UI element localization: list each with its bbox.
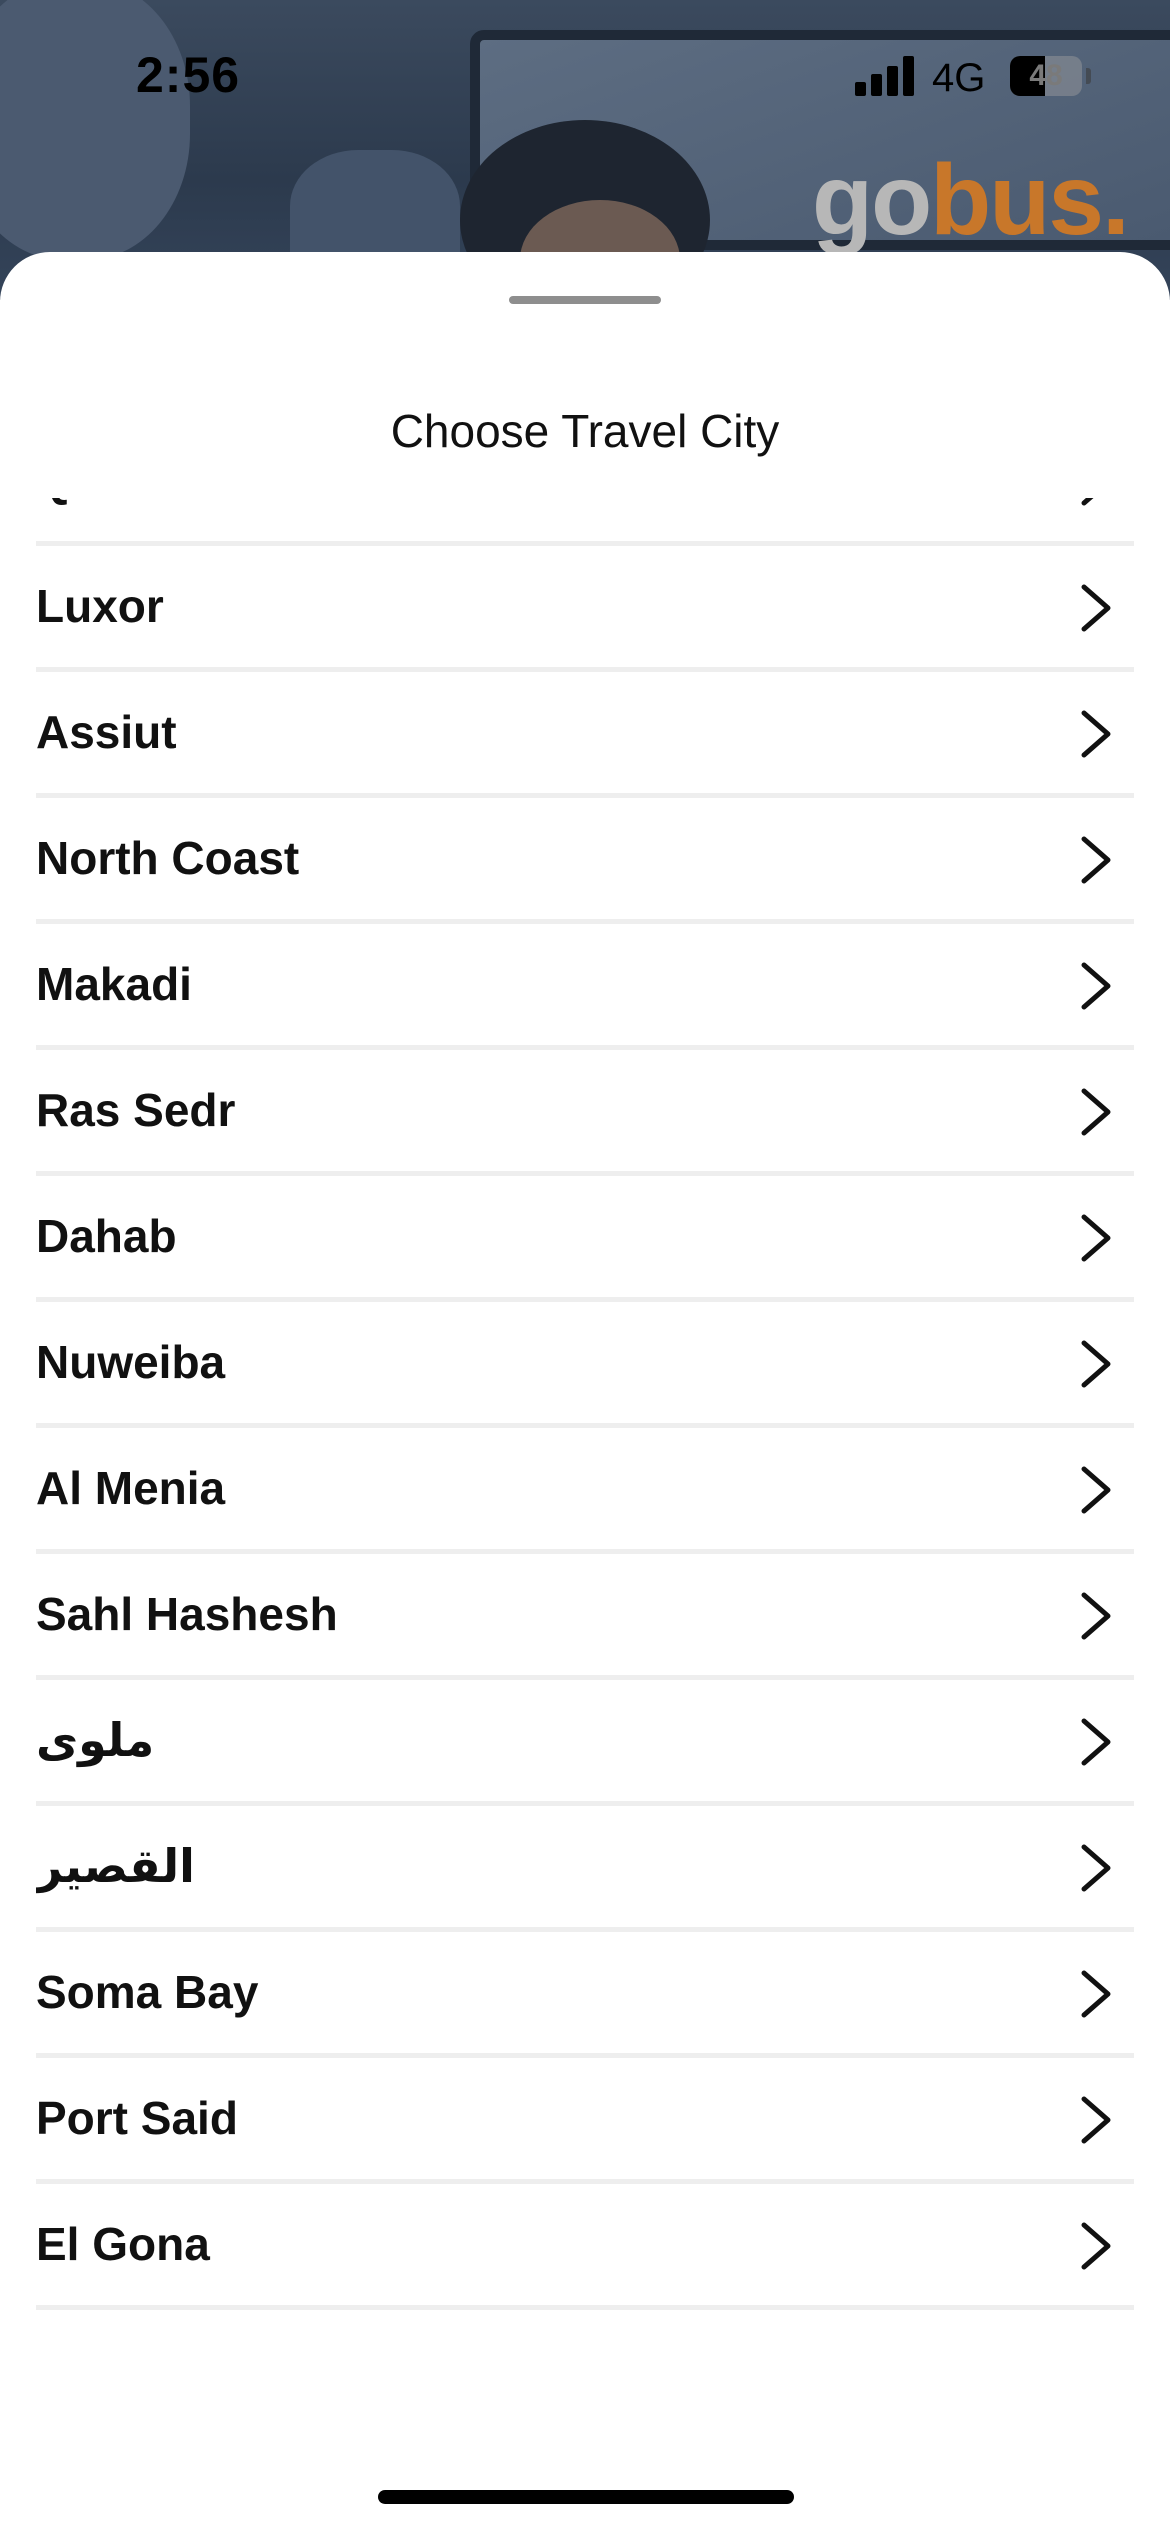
chevron-right-icon xyxy=(1081,498,1094,506)
city-name: North Coast xyxy=(36,832,300,884)
city-name: Qena xyxy=(36,498,151,541)
city-row[interactable]: Qena xyxy=(36,498,1134,546)
network-type: 4G xyxy=(932,56,986,100)
city-row[interactable]: Luxor xyxy=(36,546,1134,672)
city-row[interactable]: North Coast xyxy=(36,798,1134,924)
status-bar: 2:56 4G 48 xyxy=(0,0,1170,150)
gobus-logo: gobus. xyxy=(812,150,1130,250)
city-name: القصير xyxy=(36,1840,195,1892)
battery-icon: 48 xyxy=(1010,56,1082,96)
cellular-signal-icon xyxy=(855,56,915,96)
city-row[interactable]: ملوى xyxy=(36,1680,1134,1806)
city-name: El Gona xyxy=(36,2218,210,2270)
chevron-right-icon xyxy=(1081,962,1111,1010)
city-row[interactable]: Soma Bay xyxy=(36,1932,1134,2058)
sheet-grabber-handle[interactable] xyxy=(509,296,661,304)
chevron-right-icon xyxy=(1081,836,1111,884)
chevron-right-icon xyxy=(1081,584,1111,632)
chevron-right-icon xyxy=(1081,1970,1111,2018)
city-name: Nuweiba xyxy=(36,1336,226,1388)
chevron-right-icon xyxy=(1081,1340,1111,1388)
city-row[interactable]: Sahl Hashesh xyxy=(36,1554,1134,1680)
city-name: Makadi xyxy=(36,958,192,1010)
city-name: Dahab xyxy=(36,1210,177,1262)
chevron-right-icon xyxy=(1081,1592,1111,1640)
city-row[interactable]: Ras Sedr xyxy=(36,1050,1134,1176)
city-row[interactable]: القصير xyxy=(36,1806,1134,1932)
city-name: Luxor xyxy=(36,580,164,632)
chevron-right-icon xyxy=(1081,2222,1111,2270)
status-time: 2:56 xyxy=(136,47,241,103)
chevron-right-icon xyxy=(1081,1718,1111,1766)
city-name: Port Said xyxy=(36,2092,238,2144)
city-row[interactable]: Assiut xyxy=(36,672,1134,798)
city-name: Ras Sedr xyxy=(36,1084,236,1136)
city-picker-sheet: Choose Travel City Qena Luxor Assiut North … xyxy=(0,252,1170,2532)
city-name: Assiut xyxy=(36,706,177,758)
chevron-right-icon xyxy=(1081,1088,1111,1136)
sheet-title: Choose Travel City xyxy=(390,405,780,457)
city-row[interactable]: Makadi xyxy=(36,924,1134,1050)
chevron-right-icon xyxy=(1081,710,1111,758)
city-row[interactable]: Al Menia xyxy=(36,1428,1134,1554)
city-list[interactable]: Qena Luxor Assiut North Coast Makadi Ras Sedr… xyxy=(36,498,1134,2458)
city-name: Soma Bay xyxy=(36,1966,259,2018)
city-row[interactable]: Dahab xyxy=(36,1176,1134,1302)
city-row[interactable]: El Gona xyxy=(36,2184,1134,2310)
city-name: ملوى xyxy=(36,1714,155,1766)
chevron-right-icon xyxy=(1081,1214,1111,1262)
chevron-right-icon xyxy=(1081,1466,1111,1514)
city-name: Sahl Hashesh xyxy=(36,1588,338,1640)
logo-bus: bus. xyxy=(930,144,1130,256)
city-name: Al Menia xyxy=(36,1462,226,1514)
home-indicator[interactable] xyxy=(378,2490,794,2504)
chevron-right-icon xyxy=(1081,1844,1111,1892)
chevron-right-icon xyxy=(1081,2096,1111,2144)
city-row[interactable]: Nuweiba xyxy=(36,1302,1134,1428)
battery-level: 48 xyxy=(1029,59,1063,92)
city-row[interactable]: Port Said xyxy=(36,2058,1134,2184)
logo-go: go xyxy=(812,144,932,256)
